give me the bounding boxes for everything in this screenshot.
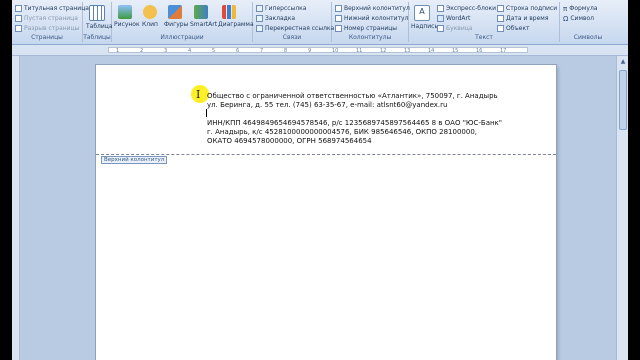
header-boundary [96,154,556,155]
group-illustrations-title: Иллюстрации [160,34,204,41]
ruler-mark: 4 [188,48,192,54]
chart-icon [222,5,236,19]
footer-icon [335,15,342,22]
group-tables: Таблица Таблицы [83,2,113,42]
text-caret [206,109,207,117]
date-time-button[interactable]: Дата и время [497,14,548,23]
group-header-footer: Верхний колонтитул Нижний колонтитул Ном… [332,2,410,42]
ruler-mark: 3 [164,48,168,54]
header-button[interactable]: Верхний колонтитул [335,4,410,13]
calendar-icon [497,15,504,22]
page-break-button[interactable]: Разрыв страницы [15,24,79,33]
scroll-up-arrow-icon[interactable]: ▲ [619,58,627,66]
symbol-button[interactable]: Ω Символ [563,14,594,23]
vertical-ruler[interactable] [12,56,20,360]
drop-cap-button[interactable]: Буквица [437,24,473,33]
hyperlink-icon [256,5,263,12]
header-line-address: ул. Беринга, д. 55 тел. (745) 63-35-67, … [207,101,448,109]
group-text-title: Текст [475,34,493,41]
ruler-mark: 11 [356,48,363,54]
smartart-icon [194,5,208,19]
bookmark-icon [256,15,263,22]
group-tables-title: Таблицы [83,34,111,41]
cover-page-icon [15,5,22,12]
smartart-button[interactable]: SmartArt [190,4,217,32]
text-box-icon: A [414,5,430,21]
group-symbols-title: Символы [573,34,603,41]
cross-reference-button[interactable]: Перекрестная ссылка [256,24,334,33]
ruler-mark: 7 [260,48,264,54]
clipart-button[interactable]: Клип [139,4,161,32]
object-icon [497,25,504,32]
ruler-mark: 15 [452,48,459,54]
group-pages-title: Страницы [31,34,63,41]
ruler-mark: 1 [116,48,120,54]
chart-button[interactable]: Диаграмма [218,4,254,32]
group-illustrations: Рисунок Клип Фигуры SmartArt Диаграмма И… [112,2,254,42]
scroll-thumb[interactable] [619,70,627,130]
blank-page-icon [15,15,22,22]
blank-page-button[interactable]: Пустая страница [15,14,78,23]
object-button[interactable]: Объект [497,24,529,33]
shapes-button[interactable]: Фигуры [164,4,188,32]
ruler-mark: 8 [284,48,288,54]
header-content[interactable]: Общество с ограниченной ответственностью… [207,92,502,146]
bookmark-button[interactable]: Закладка [256,14,295,23]
wordart-button[interactable]: WordArt [437,14,470,23]
group-header-footer-title: Колонтитулы [348,34,392,41]
cross-reference-icon [256,25,263,32]
header-line-empty [207,110,502,119]
ribbon-insert: Титульная страница Пустая страница Разры… [12,0,628,45]
picture-icon [118,5,132,19]
header-line-company: Общество с ограниченной ответственностью… [207,92,498,100]
footer-button[interactable]: Нижний колонтитул [335,14,408,23]
text-box-button[interactable]: A Надпись [411,4,438,32]
header-line-okato: ОКАТО 4694578000000, ОГРН 568974564654 [207,137,372,145]
ruler-mark: 12 [380,48,387,54]
quick-parts-icon [437,5,444,12]
group-symbols: π Формула Ω Символ Символы [560,2,616,42]
signature-line-button[interactable]: Строка подписи [497,4,557,13]
ruler-mark: 10 [332,48,339,54]
word-window: Титульная страница Пустая страница Разры… [12,0,628,360]
horizontal-ruler[interactable]: 1 2 3 4 5 6 7 8 9 10 11 12 13 14 15 16 17 [12,45,628,56]
header-line-bank: г. Анадырь, к/с 4528100000000004576, БИК… [207,128,477,136]
header-icon [335,5,342,12]
group-text: A Надпись Экспресс-блоки WordArt Буквица… [409,2,560,42]
table-icon [89,5,105,21]
ruler-mark: 2 [140,48,144,54]
group-pages: Титульная страница Пустая страница Разры… [12,2,89,42]
vertical-scrollbar[interactable]: ▲ [616,56,628,360]
ruler-text-area [108,47,528,53]
header-label: Верхний колонтитул [101,156,168,164]
group-links-title: Связи [282,34,302,41]
ruler-mark: 17 [500,48,507,54]
ibeam-cursor-icon: I [196,88,201,101]
cover-page-button[interactable]: Титульная страница [15,4,89,13]
ruler-mark: 5 [212,48,216,54]
clipart-icon [143,5,157,19]
pi-icon: π [563,4,568,13]
page-number-button[interactable]: Номер страницы [335,24,397,33]
quick-parts-button[interactable]: Экспресс-блоки [437,4,496,13]
group-links: Гиперссылка Закладка Перекрестная ссылка… [253,2,334,42]
shapes-icon [168,5,182,19]
wordart-icon [437,15,444,22]
header-line-inn: ИНН/КПП 4649849654694578546, р/с 1235689… [207,119,503,127]
hyperlink-button[interactable]: Гиперссылка [256,4,306,13]
ruler-mark: 6 [236,48,240,54]
drop-cap-icon [437,25,444,32]
omega-icon: Ω [563,14,569,23]
page-break-icon [15,25,22,32]
ruler-mark: 14 [428,48,435,54]
signature-line-icon [497,5,504,12]
picture-button[interactable]: Рисунок [114,4,140,32]
equation-button[interactable]: π Формула [563,4,597,13]
ruler-mark: 9 [308,48,312,54]
document-page[interactable]: I Общество с ограниченной ответственност… [96,65,556,360]
page-number-icon [335,25,342,32]
ruler-mark: 16 [476,48,483,54]
ruler-mark: 13 [404,48,411,54]
table-button[interactable]: Таблица [86,4,113,32]
